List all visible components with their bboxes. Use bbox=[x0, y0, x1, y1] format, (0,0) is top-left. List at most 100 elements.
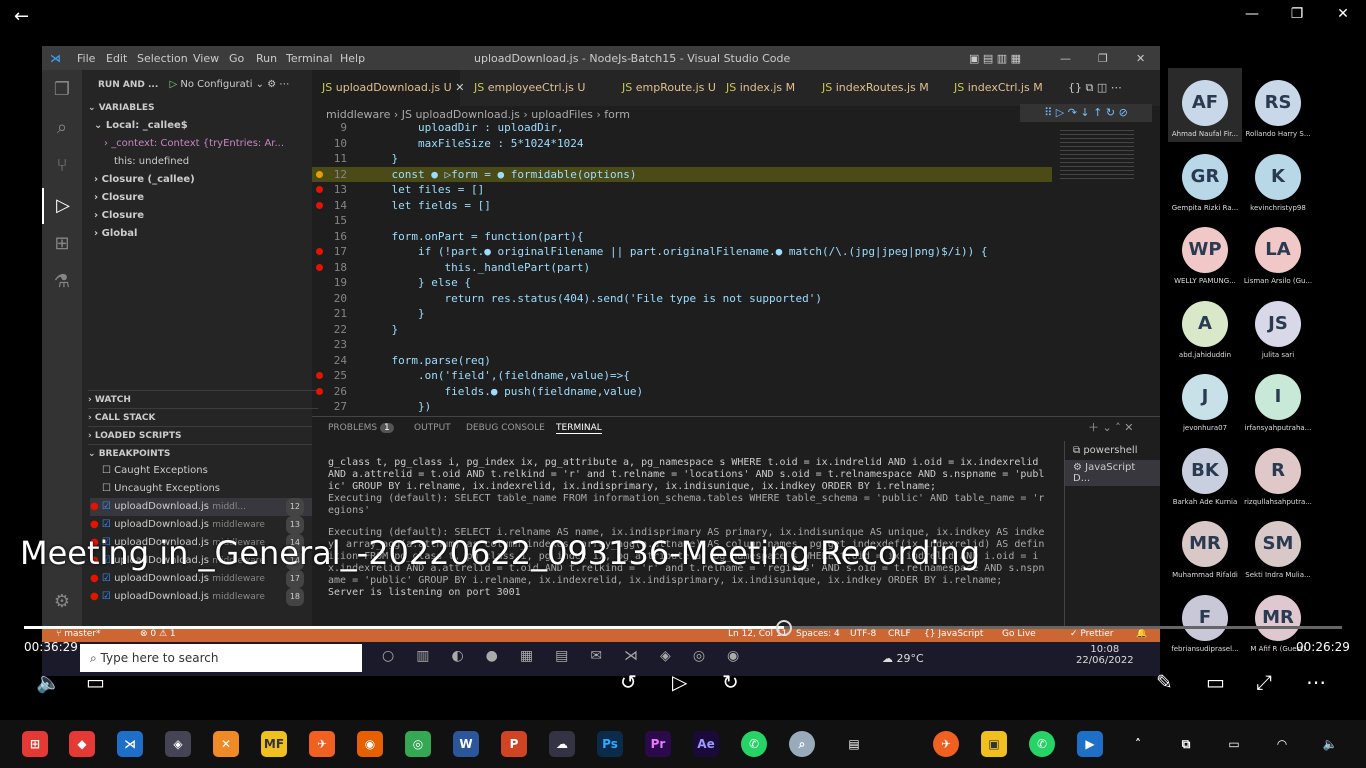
code-line[interactable]: 25 .on('field',(fieldname,value)=>{ bbox=[312, 368, 1052, 384]
participant-tile[interactable]: JS julita sari bbox=[1241, 300, 1315, 371]
vscode-icon[interactable]: ⋊ bbox=[117, 731, 143, 757]
code-line[interactable]: 16 form.onPart = function(part){ bbox=[312, 229, 1052, 245]
start-debug-icon[interactable]: ▷ bbox=[169, 79, 177, 90]
notes-icon[interactable]: ▤ bbox=[841, 731, 867, 757]
restore-icon[interactable]: ❐ bbox=[1285, 6, 1309, 28]
powerpoint-icon[interactable]: P bbox=[501, 731, 527, 757]
more-icon[interactable]: ⋯ bbox=[279, 79, 289, 90]
participant-tile[interactable]: MR Muhammad Rifaldi bbox=[1168, 521, 1242, 591]
checkbox-icon[interactable]: ☑ bbox=[102, 501, 111, 512]
drive-icon[interactable]: ▣ bbox=[981, 731, 1007, 757]
chrome-icon[interactable]: ◎ bbox=[405, 731, 431, 757]
postman-icon[interactable]: ✈ bbox=[309, 731, 335, 757]
menu-run[interactable]: Run bbox=[256, 52, 277, 65]
code-line[interactable]: 17 if (!part.● originalFilename || part.… bbox=[312, 244, 1052, 260]
callstack-section[interactable]: › CALL STACK bbox=[88, 408, 318, 426]
chevron-down-icon[interactable]: ⌄ bbox=[256, 79, 268, 90]
pen-icon[interactable]: ✎ bbox=[1156, 670, 1173, 694]
mf-icon[interactable]: MF bbox=[261, 731, 287, 757]
settings-gear-icon[interactable]: ⚙ bbox=[42, 584, 82, 620]
close-icon[interactable]: ✕ bbox=[1331, 6, 1355, 28]
tab-debug-console[interactable]: DEBUG CONSOLE bbox=[466, 423, 545, 433]
loaded-scripts-section[interactable]: › LOADED SCRIPTS bbox=[88, 426, 318, 444]
participant-tile[interactable]: Ffebriansudiprasel... bbox=[1168, 594, 1242, 665]
gear-icon[interactable]: ⚙ bbox=[267, 79, 279, 90]
word-icon[interactable]: W bbox=[453, 731, 479, 757]
code-line[interactable]: 15 bbox=[312, 213, 1052, 229]
menu-help[interactable]: Help bbox=[340, 52, 365, 65]
more-options-icon[interactable]: ⋯ bbox=[1306, 670, 1326, 694]
participant-tile[interactable]: LA Lisman Arsilo (Gu... bbox=[1241, 227, 1315, 297]
xampp-icon[interactable]: ✕ bbox=[213, 731, 239, 757]
watch-section[interactable]: › WATCH bbox=[88, 390, 318, 408]
whatsapp-tray-icon[interactable]: ✆ bbox=[1029, 731, 1055, 757]
participant-tile[interactable]: WP WELLY PAMUNG... bbox=[1168, 227, 1242, 297]
captions-icon[interactable]: ▭ bbox=[86, 670, 105, 694]
code-line[interactable]: 11 } bbox=[312, 151, 1052, 167]
this-variable[interactable]: this: undefined bbox=[114, 153, 344, 171]
menu-go[interactable]: Go bbox=[229, 52, 244, 65]
configuration-select[interactable]: No Configurati bbox=[180, 79, 252, 90]
breakpoint-row[interactable]: ● ☑ uploadDownload.js middl... 12 bbox=[90, 498, 312, 516]
local-scope[interactable]: ⌄ Local: _callee$ bbox=[94, 117, 324, 135]
network-app-icon[interactable]: ☁ bbox=[549, 731, 575, 757]
breakpoint-dot-icon[interactable] bbox=[316, 263, 323, 271]
breakpoint-row[interactable]: ● ☑ uploadDownload.js middleware 17 bbox=[90, 570, 312, 588]
participant-tile[interactable]: BK Barkah Ade Kurnia bbox=[1168, 447, 1242, 518]
whatsapp-icon[interactable]: ✆ bbox=[741, 731, 767, 757]
code-line[interactable]: 10 maxFileSize : 5*1024*1024 bbox=[312, 136, 1052, 152]
participant-tile[interactable]: SM Sekti Indra Mulia... bbox=[1241, 521, 1315, 591]
participant-tile[interactable]: RS Rollando Harry S... bbox=[1241, 80, 1315, 150]
participant-tile[interactable]: Iirfansyahputraha... bbox=[1241, 374, 1315, 444]
zoom-tray-icon[interactable]: ▶ bbox=[1077, 731, 1103, 757]
tab-employeectrl[interactable]: JS employeeCtrl.js U bbox=[464, 70, 585, 106]
breakpoint-dot-icon[interactable] bbox=[316, 186, 323, 193]
panel-actions-icon[interactable]: ＋ ⌄ ˄ ✕ bbox=[1088, 419, 1133, 435]
code-line[interactable]: 19 } else { bbox=[312, 275, 1052, 291]
tab-output[interactable]: OUTPUT bbox=[414, 423, 451, 433]
volume-icon[interactable]: 🔈 bbox=[36, 670, 61, 694]
minimize-icon[interactable]: — bbox=[1240, 6, 1264, 28]
global-scope[interactable]: › Global bbox=[94, 225, 324, 243]
code-line[interactable]: 21 } bbox=[312, 306, 1052, 322]
code-line[interactable]: 22 } bbox=[312, 322, 1052, 338]
breakpoint-dot-icon[interactable] bbox=[316, 201, 323, 209]
closure-callee[interactable]: › Closure (_callee) bbox=[94, 171, 324, 189]
breakpoint-dot-icon[interactable] bbox=[316, 170, 323, 178]
caught-exceptions[interactable]: ☐ Caught Exceptions bbox=[102, 462, 332, 480]
run-debug-icon[interactable]: ▷ bbox=[42, 188, 82, 224]
fullscreen-icon[interactable]: ⤢ bbox=[1256, 670, 1272, 694]
editor-actions-icon[interactable]: {} ⧉ ◫ ⋯ bbox=[1058, 70, 1122, 106]
menu-selection[interactable]: Selection bbox=[137, 52, 188, 65]
start-icon[interactable]: ⊞ bbox=[22, 731, 48, 757]
terminal-output[interactable]: g_class t, pg_class i, pg_index ix, pg_a… bbox=[328, 457, 1048, 599]
vs-restore-icon[interactable]: ❐ bbox=[1098, 52, 1108, 65]
code-editor[interactable]: 9 uploadDir : uploadDir, 10 maxFileSize :… bbox=[312, 118, 1052, 414]
postman-tray-icon[interactable]: ✈ bbox=[933, 731, 959, 757]
menu-view[interactable]: View bbox=[193, 52, 219, 65]
code-line[interactable]: 26 fields.● push(fieldname,value) bbox=[312, 384, 1052, 400]
uncaught-exceptions[interactable]: ☐ Uncaught Exceptions bbox=[102, 480, 332, 498]
vs-minimize-icon[interactable]: — bbox=[1060, 52, 1071, 65]
testing-icon[interactable]: ⚗ bbox=[42, 264, 82, 300]
photoshop-icon[interactable]: Ps bbox=[597, 731, 623, 757]
terminal-powershell[interactable]: ⧉ powershell bbox=[1065, 441, 1160, 460]
code-line[interactable]: 20 return res.status(404).send('File typ… bbox=[312, 291, 1052, 307]
back-arrow-icon[interactable]: ← bbox=[14, 6, 36, 28]
tab-terminal[interactable]: TERMINAL bbox=[556, 423, 602, 434]
participant-tile[interactable]: Jjevonhura07 bbox=[1168, 374, 1242, 444]
explorer-icon[interactable]: ❐ bbox=[42, 72, 82, 108]
extensions-icon[interactable]: ⊞ bbox=[42, 226, 82, 262]
miniplayer-icon[interactable]: ▭ bbox=[1206, 670, 1225, 694]
menu-terminal[interactable]: Terminal bbox=[286, 52, 333, 65]
breakpoint-dot-icon[interactable] bbox=[316, 372, 323, 379]
wifi-icon[interactable]: ◠ bbox=[1269, 731, 1295, 757]
code-line[interactable]: 24 form.parse(req) bbox=[312, 353, 1052, 369]
participant-tile[interactable]: Aabd.jahiduddin bbox=[1168, 300, 1242, 371]
firefox-icon[interactable]: ◉ bbox=[357, 731, 383, 757]
checkbox-icon[interactable]: ☑ bbox=[102, 573, 111, 584]
speaker-icon[interactable]: 🔈 bbox=[1317, 731, 1343, 757]
checkbox-icon[interactable]: ☑ bbox=[102, 519, 111, 530]
variables-section[interactable]: ⌄ VARIABLES bbox=[88, 99, 318, 117]
search-icon[interactable]: ⌕ bbox=[42, 110, 82, 146]
